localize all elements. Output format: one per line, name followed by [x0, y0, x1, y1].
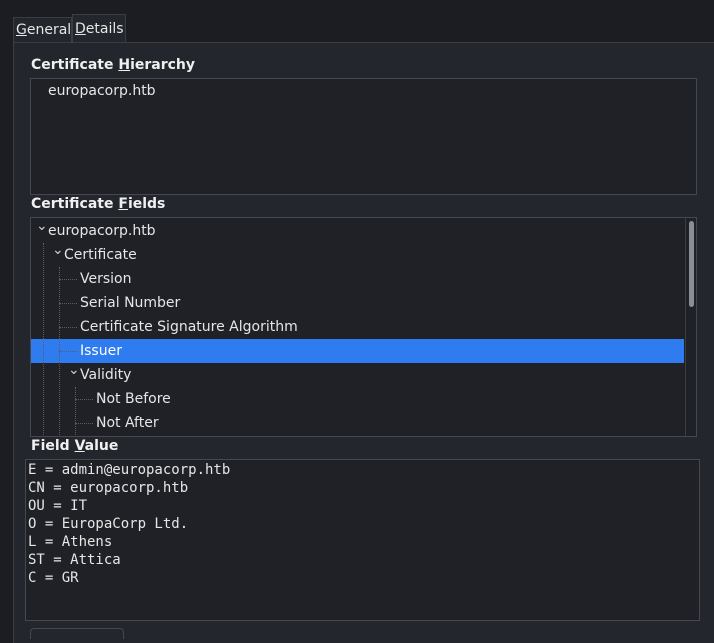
- tree-row-label: Certificate: [64, 247, 137, 263]
- hierarchy-label-post: ierarchy: [130, 57, 196, 73]
- tree-guide-line: [59, 327, 77, 328]
- tab-general[interactable]: General: [13, 17, 72, 43]
- tree-guide-line: [59, 279, 77, 280]
- tree-row-label: Issuer: [80, 343, 122, 359]
- tree-row-label: Version: [80, 271, 132, 287]
- chevron-down-icon[interactable]: ⌄: [36, 218, 48, 238]
- field-value-line: ST = Attica: [28, 552, 121, 568]
- hierarchy-label-pre: Certificate: [31, 57, 119, 73]
- certificate-hierarchy-tree[interactable]: europacorp.htb: [30, 78, 697, 195]
- tab-details-mnemonic: D: [75, 21, 86, 37]
- tab-details-label: etails: [85, 21, 124, 37]
- tree-guide-line: [59, 303, 77, 304]
- chevron-down-icon[interactable]: ⌄: [52, 238, 64, 262]
- chevron-down-icon[interactable]: ⌄: [68, 358, 80, 382]
- certificate-fields-tree[interactable]: ⌄ europacorp.htb ⌄ Certificate Version Serial…: [30, 217, 697, 437]
- fields-scrollbar-thumb[interactable]: [689, 221, 694, 307]
- tree-row-label: Validity: [80, 367, 132, 383]
- tree-row[interactable]: Issuer: [31, 339, 684, 363]
- field-value-line: OU = IT: [28, 498, 88, 514]
- field-value-line: L = Athens: [28, 534, 113, 550]
- field-value-line: C = GR: [28, 570, 79, 586]
- field-value-label: Field Value: [31, 438, 118, 454]
- export-button[interactable]: [30, 628, 124, 639]
- tree-row[interactable]: Serial Number: [31, 291, 684, 315]
- tab-general-mnemonic: G: [16, 22, 27, 38]
- tree-guide-line: [59, 267, 60, 436]
- tree-guide-line: [43, 243, 44, 436]
- tree-guide-line: [75, 387, 76, 436]
- tree-row[interactable]: Version: [31, 267, 684, 291]
- fields-label-pre: Certificate: [31, 196, 119, 212]
- tree-guide-line: [75, 399, 93, 400]
- tree-row-label: Certificate Signature Algorithm: [80, 319, 298, 335]
- tab-details[interactable]: Details: [72, 14, 126, 43]
- field-value-line: E = admin@europacorp.htb: [28, 462, 231, 478]
- fields-label-post: ields: [127, 196, 166, 212]
- field-value-line: O = EuropaCorp Ltd.: [28, 516, 189, 532]
- hierarchy-item[interactable]: europacorp.htb: [48, 83, 156, 99]
- certificate-hierarchy-label: Certificate Hierarchy: [31, 57, 195, 73]
- tree-row[interactable]: Certificate Signature Algorithm: [31, 315, 684, 339]
- hierarchy-label-mnemonic: H: [118, 57, 131, 73]
- tree-row[interactable]: Not Before: [31, 387, 684, 411]
- fields-scrollbar[interactable]: [685, 218, 696, 436]
- certificate-fields-label: Certificate Fields: [31, 196, 165, 212]
- tree-guide-line: [75, 423, 93, 424]
- tab-general-label: eneral: [26, 22, 72, 38]
- field-value-line: CN = europacorp.htb: [28, 480, 189, 496]
- field-value-textarea[interactable]: E = admin@europacorp.htb CN = europacorp…: [25, 459, 700, 621]
- tree-row-label: Serial Number: [80, 295, 181, 311]
- fields-label-mnemonic: F: [118, 196, 128, 212]
- tree-row-label: Not Before: [96, 391, 171, 407]
- tree-row[interactable]: ⌄ europacorp.htb: [31, 218, 684, 243]
- tree-guide-line: [59, 351, 77, 352]
- tree-row[interactable]: Not After: [31, 411, 684, 435]
- tree-row[interactable]: ⌄ Certificate: [31, 242, 684, 267]
- tree-row-label: europacorp.htb: [48, 223, 156, 239]
- tree-row-label: Not After: [96, 415, 159, 431]
- tree-rows: ⌄ europacorp.htb ⌄ Certificate Version Serial…: [31, 218, 684, 436]
- tab-bar: General Details: [0, 0, 714, 43]
- field-value-label-pre: Field: [31, 438, 75, 454]
- field-value-label-post: alue: [84, 438, 119, 454]
- tree-row[interactable]: ⌄ Validity: [31, 362, 684, 387]
- field-value-label-mnemonic: V: [74, 438, 85, 454]
